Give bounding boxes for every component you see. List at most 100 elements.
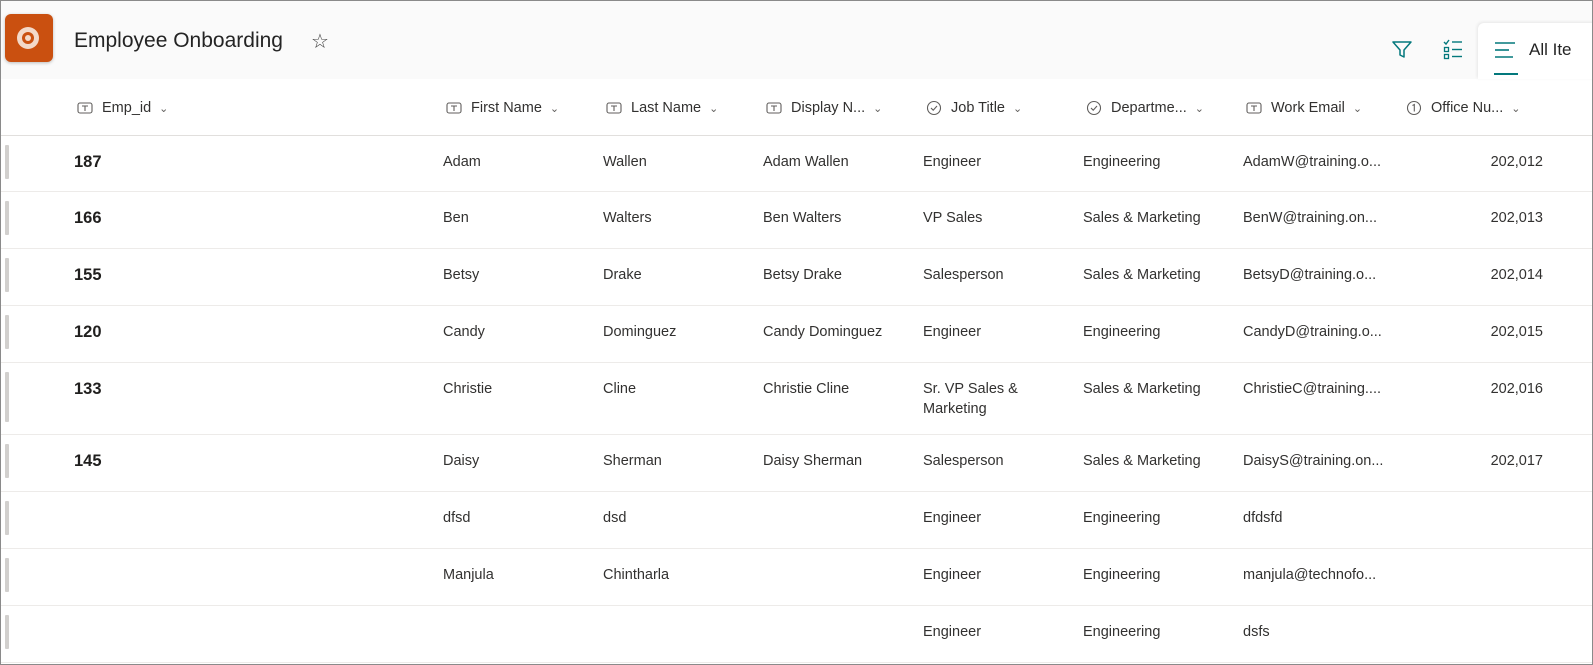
column-header-display-name[interactable]: Display N... ⌄ bbox=[766, 81, 882, 135]
row-selector[interactable] bbox=[5, 372, 9, 422]
cell-first-name: Christie bbox=[443, 381, 493, 397]
table-row[interactable]: 166 Ben Walters Ben Walters VP Sales Sal… bbox=[1, 192, 1592, 249]
target-icon bbox=[17, 27, 39, 49]
column-label: First Name bbox=[471, 100, 542, 116]
cell-job-title: Engineer bbox=[923, 324, 982, 340]
cell-work-email: CandyD@training.o... bbox=[1243, 324, 1382, 340]
cell-job-title: Engineer bbox=[923, 624, 982, 640]
column-label: Job Title bbox=[951, 100, 1005, 116]
table-row[interactable]: 145 Daisy Sherman Daisy Sherman Salesper… bbox=[1, 435, 1592, 492]
cell-work-email: manjula@technofo... bbox=[1243, 567, 1377, 583]
chevron-down-icon: ⌄ bbox=[1194, 102, 1204, 115]
choice-field-icon bbox=[926, 100, 942, 116]
cell-work-email: DaisyS@training.on... bbox=[1243, 453, 1384, 469]
chevron-down-icon: ⌄ bbox=[1511, 102, 1521, 115]
cell-job-title: Engineer bbox=[923, 567, 982, 583]
favorite-star-icon[interactable]: ☆ bbox=[311, 29, 329, 54]
cell-emp-id[interactable]: 155 bbox=[74, 265, 102, 285]
column-header-last-name[interactable]: Last Name ⌄ bbox=[606, 81, 718, 135]
column-header-work-email[interactable]: Work Email ⌄ bbox=[1246, 81, 1362, 135]
column-header-first-name[interactable]: First Name ⌄ bbox=[446, 81, 559, 135]
cell-work-email: dsfs bbox=[1243, 624, 1270, 640]
chevron-down-icon: ⌄ bbox=[159, 102, 169, 115]
cell-work-email: BetsyD@training.o... bbox=[1243, 267, 1377, 283]
column-header-department[interactable]: Departme... ⌄ bbox=[1086, 81, 1204, 135]
list-window: Employee Onboarding ☆ All Ite Emp_id ⌄ F… bbox=[0, 0, 1593, 665]
table-row[interactable]: Engineer Engineering dsfs bbox=[1, 606, 1592, 663]
row-selector[interactable] bbox=[5, 501, 9, 535]
cell-display-name: Betsy Drake bbox=[763, 267, 842, 283]
cell-last-name: Walters bbox=[603, 210, 652, 226]
row-selector[interactable] bbox=[5, 201, 9, 235]
cell-last-name: Drake bbox=[603, 267, 642, 283]
cell-emp-id[interactable]: 166 bbox=[74, 208, 102, 228]
cell-emp-id[interactable]: 145 bbox=[74, 451, 102, 471]
cell-last-name: Dominguez bbox=[603, 324, 677, 340]
table-row[interactable]: 187 Adam Wallen Adam Wallen Engineer Eng… bbox=[1, 136, 1592, 192]
table-row[interactable]: Manjula Chintharla Engineer Engineering … bbox=[1, 549, 1592, 606]
cell-display-name: Daisy Sherman bbox=[763, 453, 863, 469]
view-tab-label: All Ite bbox=[1529, 40, 1572, 59]
row-selector[interactable] bbox=[5, 315, 9, 349]
list-body: 187 Adam Wallen Adam Wallen Engineer Eng… bbox=[1, 136, 1592, 663]
cell-work-email: dfdsfd bbox=[1243, 510, 1283, 526]
row-selector[interactable] bbox=[5, 558, 9, 592]
chevron-down-icon: ⌄ bbox=[549, 102, 560, 115]
cell-office-number: 202,013 bbox=[1490, 210, 1543, 226]
column-label: Work Email bbox=[1271, 100, 1345, 116]
view-options-button[interactable] bbox=[1441, 37, 1465, 61]
cell-job-title: Salesperson bbox=[923, 453, 1004, 469]
text-field-icon bbox=[606, 102, 622, 114]
row-selector[interactable] bbox=[5, 615, 9, 649]
cell-department: Sales & Marketing bbox=[1083, 453, 1201, 469]
cell-job-title: Sr. VP Sales & Marketing bbox=[923, 381, 1018, 417]
cell-work-email: BenW@training.on... bbox=[1243, 210, 1378, 226]
table-row[interactable]: dfsd dsd Engineer Engineering dfdsfd bbox=[1, 492, 1592, 549]
table-row[interactable]: 120 Candy Dominguez Candy Dominguez Engi… bbox=[1, 306, 1592, 363]
cell-department: Sales & Marketing bbox=[1083, 210, 1201, 226]
column-label: Office Nu... bbox=[1431, 100, 1504, 116]
chevron-down-icon: ⌄ bbox=[1352, 102, 1363, 115]
cell-job-title: Engineer bbox=[923, 154, 982, 170]
column-header-row: Emp_id ⌄ First Name ⌄ Last Name ⌄ Displa… bbox=[1, 81, 1592, 136]
cell-first-name: Manjula bbox=[443, 567, 494, 583]
cell-emp-id[interactable]: 133 bbox=[74, 379, 102, 399]
number-field-icon bbox=[1406, 100, 1422, 116]
column-header-office-number[interactable]: Office Nu... ⌄ bbox=[1406, 81, 1520, 135]
cell-emp-id[interactable]: 187 bbox=[74, 152, 102, 172]
cell-first-name: dfsd bbox=[443, 510, 471, 526]
view-tab-all-items[interactable]: All Ite bbox=[1478, 23, 1592, 79]
text-field-icon bbox=[446, 102, 462, 114]
cell-office-number: 202,017 bbox=[1490, 453, 1543, 469]
column-header-emp-id[interactable]: Emp_id ⌄ bbox=[77, 81, 168, 135]
cell-office-number: 202,016 bbox=[1490, 381, 1543, 397]
cell-department: Sales & Marketing bbox=[1083, 381, 1201, 397]
table-row[interactable]: 133 Christie Cline Christie Cline Sr. VP… bbox=[1, 363, 1592, 435]
column-label: Display N... bbox=[791, 100, 866, 116]
chevron-down-icon: ⌄ bbox=[873, 102, 883, 115]
cell-last-name: dsd bbox=[603, 510, 627, 526]
list-header: Employee Onboarding ☆ All Ite bbox=[1, 1, 1592, 79]
row-selector[interactable] bbox=[5, 145, 9, 179]
list-title[interactable]: Employee Onboarding bbox=[74, 29, 283, 53]
text-field-icon bbox=[766, 102, 782, 114]
chevron-down-icon: ⌄ bbox=[1013, 102, 1023, 115]
table-row[interactable]: 155 Betsy Drake Betsy Drake Salesperson … bbox=[1, 249, 1592, 306]
cell-job-title: VP Sales bbox=[923, 210, 983, 226]
cell-department: Sales & Marketing bbox=[1083, 267, 1201, 283]
cell-display-name: Candy Dominguez bbox=[763, 324, 883, 340]
cell-department: Engineering bbox=[1083, 154, 1161, 170]
filter-button[interactable] bbox=[1390, 37, 1414, 61]
cell-first-name: Candy bbox=[443, 324, 485, 340]
cell-work-email: ChristieC@training.... bbox=[1243, 381, 1382, 397]
row-selector[interactable] bbox=[5, 258, 9, 292]
column-header-job-title[interactable]: Job Title ⌄ bbox=[926, 81, 1022, 135]
cell-display-name: Ben Walters bbox=[763, 210, 842, 226]
cell-display-name: Christie Cline bbox=[763, 381, 850, 397]
cell-job-title: Salesperson bbox=[923, 267, 1004, 283]
cell-job-title: Engineer bbox=[923, 510, 982, 526]
cell-emp-id[interactable]: 120 bbox=[74, 322, 102, 342]
cell-department: Engineering bbox=[1083, 624, 1161, 640]
list-app-icon[interactable] bbox=[5, 14, 53, 62]
row-selector[interactable] bbox=[5, 444, 9, 478]
